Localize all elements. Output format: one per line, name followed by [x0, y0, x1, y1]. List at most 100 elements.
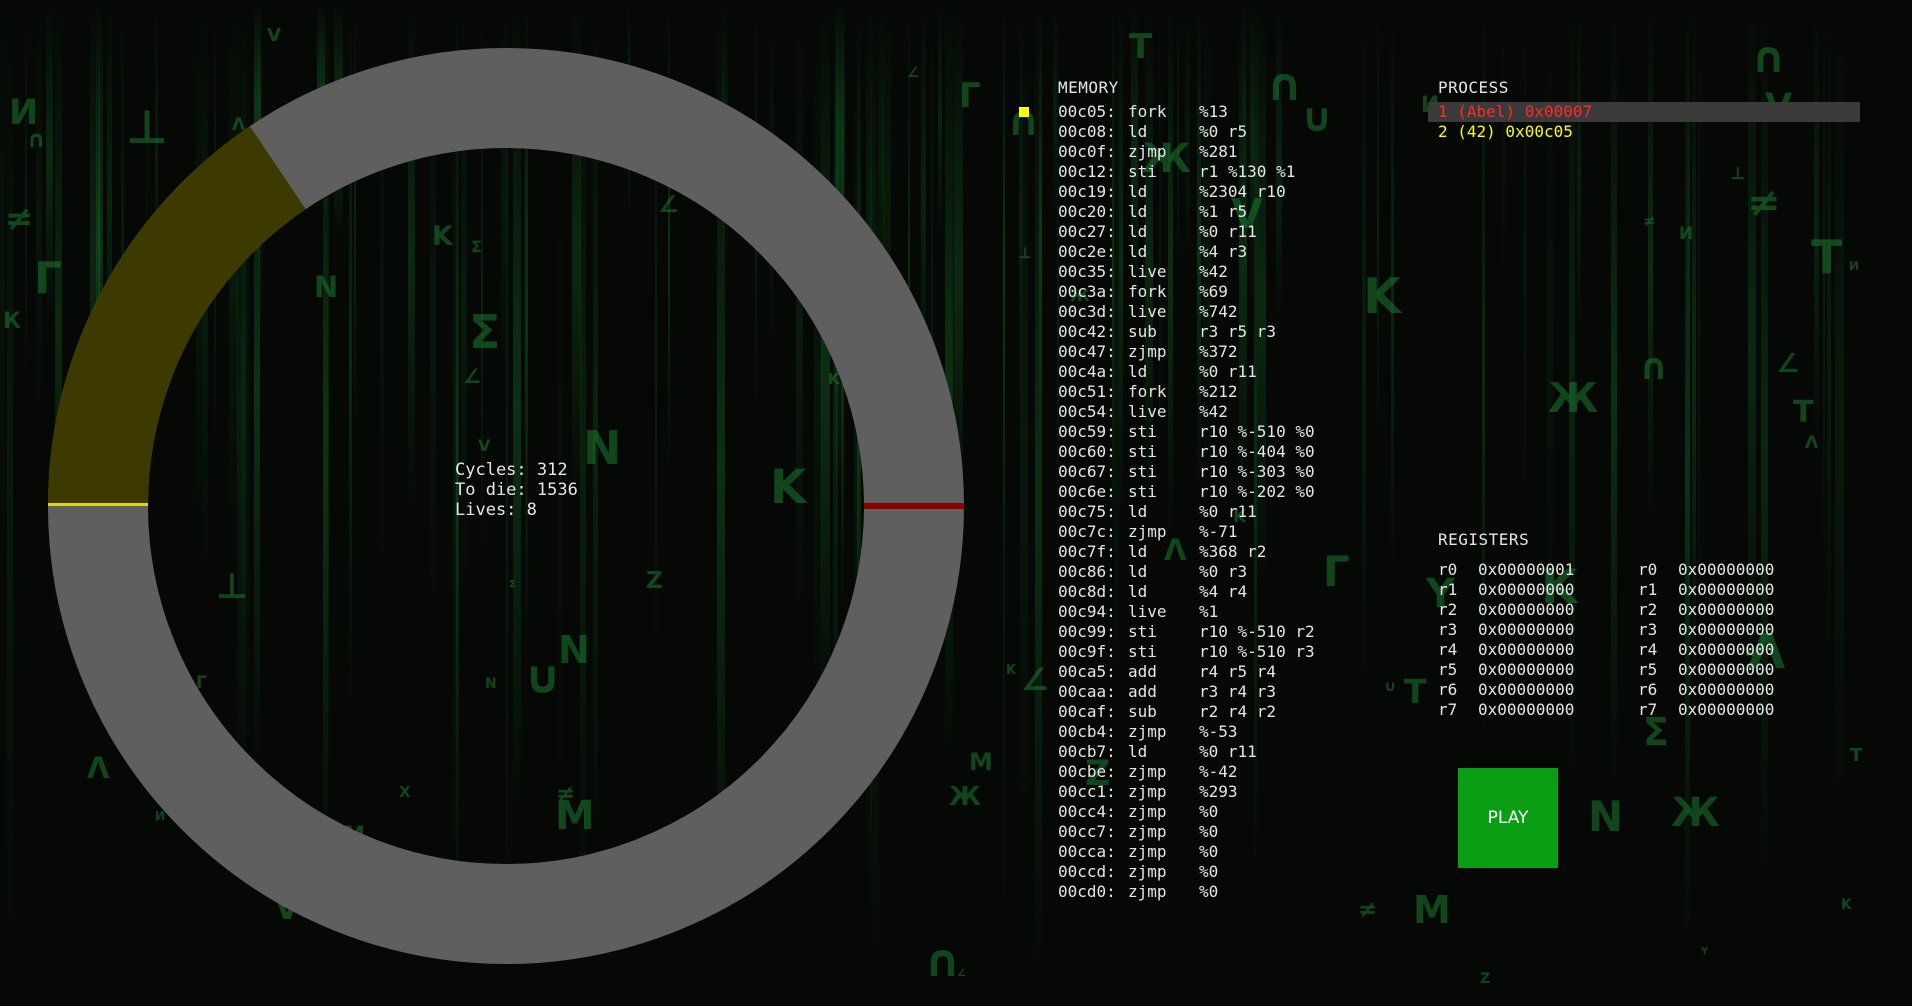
memory-opcode: zjmp: [1128, 342, 1167, 361]
memory-args: %368 r2: [1199, 542, 1267, 561]
memory-address: 00c4a:: [1058, 362, 1116, 381]
memory-args: %0: [1199, 882, 1219, 901]
process-row[interactable]: 2 (42) 0x00c05: [1428, 122, 1860, 142]
memory-args: %4 r3: [1199, 242, 1248, 261]
register-name: r3: [1438, 620, 1458, 639]
memory-address: 00c9f:: [1058, 642, 1116, 661]
memory-opcode: sti: [1128, 482, 1157, 501]
memory-args: %0: [1199, 822, 1219, 841]
memory-row: 00ca5: add r4 r5 r4: [1058, 662, 1315, 682]
memory-opcode: ld: [1128, 362, 1148, 381]
matrix-glyph: Т: [1793, 395, 1814, 430]
memory-address: 00c7c:: [1058, 522, 1116, 541]
memory-args: %0: [1199, 802, 1219, 821]
memory-opcode: sti: [1128, 422, 1157, 441]
matrix-glyph: T: [1811, 230, 1843, 284]
memory-row: 00cca: zjmp %0: [1058, 842, 1315, 862]
registers-title: REGISTERS: [1438, 530, 1530, 549]
memory-address: 00c6e:: [1058, 482, 1116, 501]
memory-args: %281: [1199, 142, 1238, 161]
process-row[interactable]: 1 (Abel) 0x00007: [1428, 102, 1860, 122]
memory-opcode: zjmp: [1128, 722, 1167, 741]
matrix-glyph: K: [1006, 663, 1017, 678]
memory-row: 00caa: add r3 r4 r3: [1058, 682, 1315, 702]
register-row: r4 0x00000000 r4 0x00000000: [1438, 640, 1838, 660]
memory-opcode: zjmp: [1128, 862, 1167, 881]
memory-args: %-71: [1199, 522, 1238, 541]
memory-args: %0: [1199, 842, 1219, 861]
memory-opcode: ld: [1128, 582, 1148, 601]
program-counter-marker: [1019, 107, 1029, 117]
matrix-streak: [1823, 0, 1825, 611]
memory-address: 00c60:: [1058, 442, 1116, 461]
register-value: 0x00000000: [1678, 580, 1775, 599]
memory-row: 00c51: fork %212: [1058, 382, 1315, 402]
register-name: r3: [1638, 620, 1658, 639]
matrix-streak: [1003, 0, 1005, 954]
register-value: 0x00000000: [1478, 640, 1575, 659]
matrix-glyph: И: [1849, 259, 1860, 273]
memory-opcode: fork: [1128, 382, 1167, 401]
register-name: r1: [1438, 580, 1458, 599]
memory-row: 00c47: zjmp %372: [1058, 342, 1315, 362]
memory-row: 00c8d: ld %4 r4: [1058, 582, 1315, 602]
memory-args: r10 %-510 r3: [1199, 642, 1315, 661]
matrix-glyph: K: [1841, 897, 1852, 913]
memory-opcode: fork: [1128, 102, 1167, 121]
memory-address: 00c2e:: [1058, 242, 1116, 261]
memory-opcode: zjmp: [1128, 142, 1167, 161]
register-value: 0x00000000: [1678, 680, 1775, 699]
process-title: PROCESS: [1438, 78, 1509, 97]
matrix-streak: [1698, 0, 1700, 654]
register-value: 0x00000000: [1478, 580, 1575, 599]
register-value: 0x00000000: [1678, 600, 1775, 619]
memory-row: 00ccd: zjmp %0: [1058, 862, 1315, 882]
register-row: r0 0x00000001 r0 0x00000000: [1438, 560, 1838, 580]
memory-address: 00c08:: [1058, 122, 1116, 141]
memory-args: %0 r11: [1199, 222, 1257, 241]
matrix-glyph: Z: [1480, 971, 1491, 987]
memory-row: 00c60: sti r10 %-404 %0: [1058, 442, 1315, 462]
play-button[interactable]: PLAY: [1458, 768, 1558, 868]
memory-address: 00c67:: [1058, 462, 1116, 481]
memory-address: 00c54:: [1058, 402, 1116, 421]
matrix-glyph: ≠: [1747, 180, 1781, 226]
memory-args: %0 r3: [1199, 562, 1248, 581]
memory-address: 00cb4:: [1058, 722, 1116, 741]
memory-args: r4 r5 r4: [1199, 662, 1277, 681]
memory-row: 00c0f: zjmp %281: [1058, 142, 1315, 162]
ring-player2-cursor: [864, 503, 964, 509]
register-name: r5: [1438, 660, 1458, 679]
memory-opcode: ld: [1128, 182, 1148, 201]
matrix-glyph: ∩: [1751, 33, 1786, 83]
memory-row: 00cb7: ld %0 r11: [1058, 742, 1315, 762]
memory-address: 00c75:: [1058, 502, 1116, 521]
register-value: 0x00000000: [1478, 620, 1575, 639]
memory-row: 00c99: sti r10 %-510 r2: [1058, 622, 1315, 642]
register-list: r0 0x00000001 r0 0x00000000 r1 0x00000000 r1 0x…: [1438, 560, 1838, 720]
memory-row: 00c3d: live %742: [1058, 302, 1315, 322]
matrix-streak: [1362, 0, 1366, 711]
matrix-glyph: ∠: [1776, 349, 1800, 379]
register-name: r6: [1438, 680, 1458, 699]
matrix-glyph: Y: [1701, 946, 1709, 957]
matrix-glyph: И: [1679, 224, 1694, 244]
matrix-glyph: Т: [1404, 672, 1427, 711]
memory-address: 00ccd:: [1058, 862, 1116, 881]
memory-row: 00c12: sti r1 %130 %1: [1058, 162, 1315, 182]
matrix-glyph: ∠: [1021, 662, 1049, 698]
register-name: r6: [1638, 680, 1658, 699]
memory-args: %4 r4: [1199, 582, 1248, 601]
memory-opcode: add: [1128, 682, 1157, 701]
memory-opcode: zjmp: [1128, 822, 1167, 841]
memory-address: 00cca:: [1058, 842, 1116, 861]
matrix-glyph: Ж: [1671, 790, 1720, 836]
register-value: 0x00000000: [1678, 620, 1775, 639]
memory-row: 00c54: live %42: [1058, 402, 1315, 422]
matrix-glyph: Т: [1129, 27, 1153, 67]
matrix-streak: [1377, 0, 1379, 455]
memory-row: 00c94: live %1: [1058, 602, 1315, 622]
memory-address: 00cc1:: [1058, 782, 1116, 801]
memory-opcode: zjmp: [1128, 882, 1167, 901]
memory-row: 00cb4: zjmp %-53: [1058, 722, 1315, 742]
